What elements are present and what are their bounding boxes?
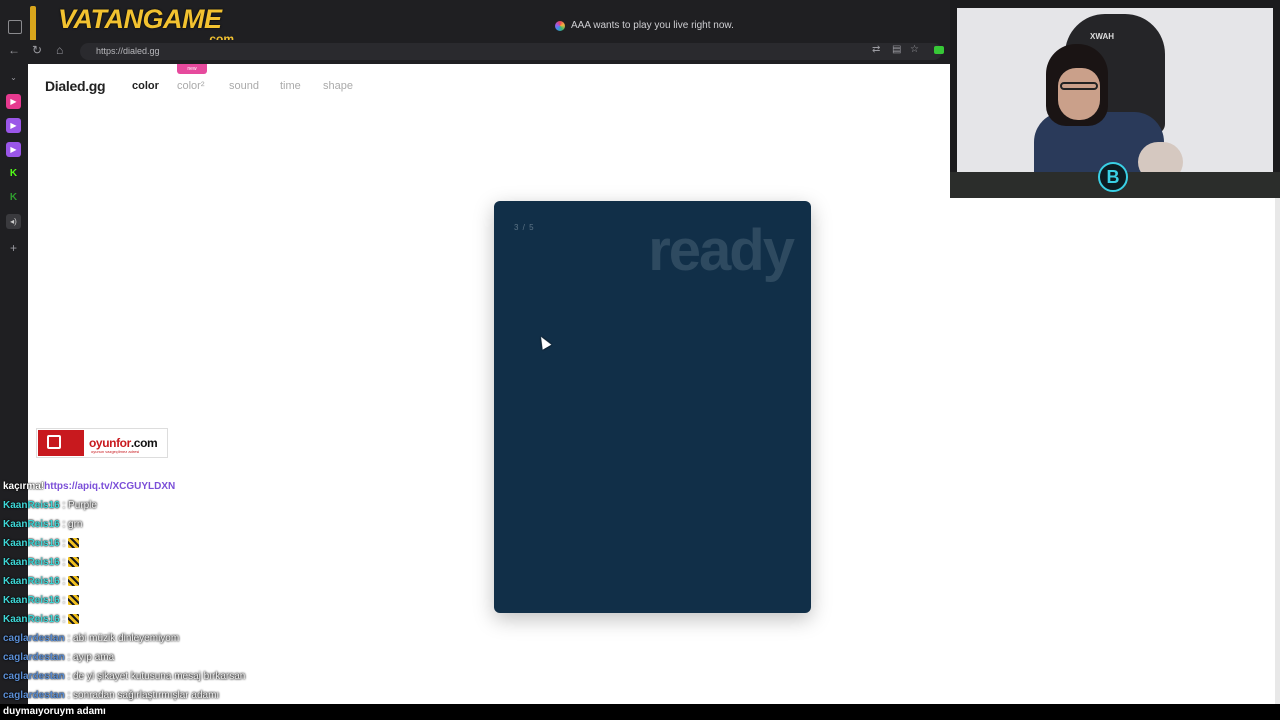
- chat-message: caglardestan : abi müzik dinleyemiyom: [3, 633, 179, 645]
- nav-shape[interactable]: shape: [323, 80, 353, 92]
- tab-overview-icon[interactable]: [8, 20, 22, 34]
- nav-time[interactable]: time: [280, 80, 301, 92]
- chat-text: :: [59, 576, 69, 587]
- chat-username: KaanReis16: [3, 614, 60, 625]
- chevron-down-icon[interactable]: ⌄: [6, 70, 21, 85]
- chat-message: KaanReis16 :: [3, 614, 80, 626]
- chat-message: KaanReis16 : Purple: [3, 500, 97, 512]
- logo-text: VATANGAME: [58, 4, 222, 34]
- chat-message: caglardestan : de yi şikayet kutusuna me…: [3, 671, 245, 683]
- right-empty-area: [950, 198, 1280, 704]
- dialed-page: Dialed.gg new color color² sound time sh…: [28, 64, 950, 704]
- chat-message: KaanReis16 :: [3, 595, 80, 607]
- reload-icon[interactable]: ↻: [32, 44, 42, 56]
- color-card[interactable]: 3 / 5 ready: [494, 201, 811, 613]
- chat-text: :: [59, 538, 69, 549]
- translate-icon[interactable]: ⇄: [872, 45, 882, 55]
- chat-username: caglardestan: [3, 652, 65, 663]
- kick-icon[interactable]: K: [6, 166, 21, 181]
- chat-text: : grn: [59, 519, 83, 530]
- webcam-overlay: XWAH B: [950, 0, 1280, 198]
- chat-username: KaanReis16: [3, 500, 60, 511]
- emote-icon: [68, 595, 80, 606]
- channel-badge-icon: B: [1098, 162, 1128, 192]
- browser-sidebar: ⌄ ▶ ▶ ▶ K K ◂) +: [0, 64, 28, 704]
- chat-text: : Purple: [59, 500, 97, 511]
- chat-message: KaanReis16 :: [3, 576, 80, 588]
- twitch-icon: [38, 430, 84, 456]
- chat-message: KaanReis16 : grn: [3, 519, 83, 531]
- emote-icon: [68, 576, 80, 587]
- page-scrollbar[interactable]: [1275, 198, 1280, 704]
- chat-text: :: [59, 557, 69, 568]
- url-field[interactable]: https://dialed.gg: [80, 43, 942, 60]
- nav-color[interactable]: color: [132, 80, 159, 92]
- nav-color-squared[interactable]: color²: [177, 80, 205, 92]
- add-icon[interactable]: +: [6, 240, 21, 255]
- emote-icon: [68, 538, 80, 549]
- back-icon[interactable]: ←: [8, 44, 20, 56]
- emote-icon: [68, 614, 80, 625]
- chair-brand: XWAH: [1090, 32, 1114, 41]
- chat-text[interactable]: https://apiq.tv/XCGUYLDXN: [44, 481, 175, 492]
- bookmark-star-icon[interactable]: ☆: [910, 45, 920, 55]
- extension-icon[interactable]: [934, 46, 944, 54]
- nav-sound[interactable]: sound: [229, 80, 259, 92]
- site-brand[interactable]: Dialed.gg: [45, 78, 106, 94]
- notification-icon: [555, 20, 565, 31]
- speaker-icon[interactable]: ◂): [6, 214, 21, 229]
- chat-username: KaanReis16: [3, 576, 60, 587]
- chat-username: KaanReis16: [3, 519, 60, 530]
- chat-text: : de yi şikayet kutusuna mesaj bırkarsan: [64, 671, 246, 682]
- chat-username: caglardestan: [3, 671, 65, 682]
- chat-username: kaçırma!: [3, 481, 45, 492]
- chat-message: caglardestan : sonradan sağırlaştırmışla…: [3, 690, 219, 702]
- bottom-chat-line: duymaıyoruym adamı: [0, 704, 1280, 720]
- chat-username: KaanReis16: [3, 557, 60, 568]
- chat-message: KaanReis16 :: [3, 557, 80, 569]
- chat-text: : abi müzik dinleyemiyom: [64, 633, 180, 644]
- chat-username: caglardestan: [3, 690, 65, 701]
- chat-text: :: [59, 614, 69, 625]
- chat-text: :: [59, 595, 69, 606]
- sponsor-tagline: oyunun vazgeçilmez adresi: [91, 449, 140, 454]
- kick-icon-2[interactable]: K: [6, 190, 21, 205]
- sponsor-name: oyunfor.com: [89, 436, 158, 450]
- chat-message: caglardestan : ayıp ama: [3, 652, 114, 664]
- round-counter: 3 / 5: [514, 223, 535, 232]
- chat-message: KaanReis16 :: [3, 538, 80, 550]
- sidebar-app-icon-2[interactable]: ▶: [6, 118, 21, 133]
- sidebar-app-icon-3[interactable]: ▶: [6, 142, 21, 157]
- chat-text: : ayıp ama: [64, 652, 115, 663]
- pen-icon: [30, 6, 36, 42]
- chat-username: KaanReis16: [3, 538, 60, 549]
- glasses-icon: [1060, 82, 1098, 90]
- chat-message: kaçırma!https://apiq.tv/XCGUYLDXN: [3, 481, 175, 493]
- sponsor-banner: oyunfor.com oyunun vazgeçilmez adresi: [36, 428, 168, 458]
- chat-username: KaanReis16: [3, 595, 60, 606]
- emote-icon: [68, 557, 80, 568]
- notification-text: AAA wants to play you live right now.: [571, 20, 734, 31]
- streamer-face: [1058, 68, 1100, 120]
- ready-text: ready: [648, 218, 795, 283]
- home-icon[interactable]: ⌂: [56, 44, 63, 56]
- new-badge: new: [177, 64, 207, 74]
- sidebar-app-icon-1[interactable]: ▶: [6, 94, 21, 109]
- live-notification[interactable]: AAA wants to play you live right now.: [555, 20, 734, 31]
- chat-text: : sonradan sağırlaştırmışlar adamı: [64, 690, 220, 701]
- reader-icon[interactable]: ▤: [892, 45, 902, 55]
- chat-username: caglardestan: [3, 633, 65, 644]
